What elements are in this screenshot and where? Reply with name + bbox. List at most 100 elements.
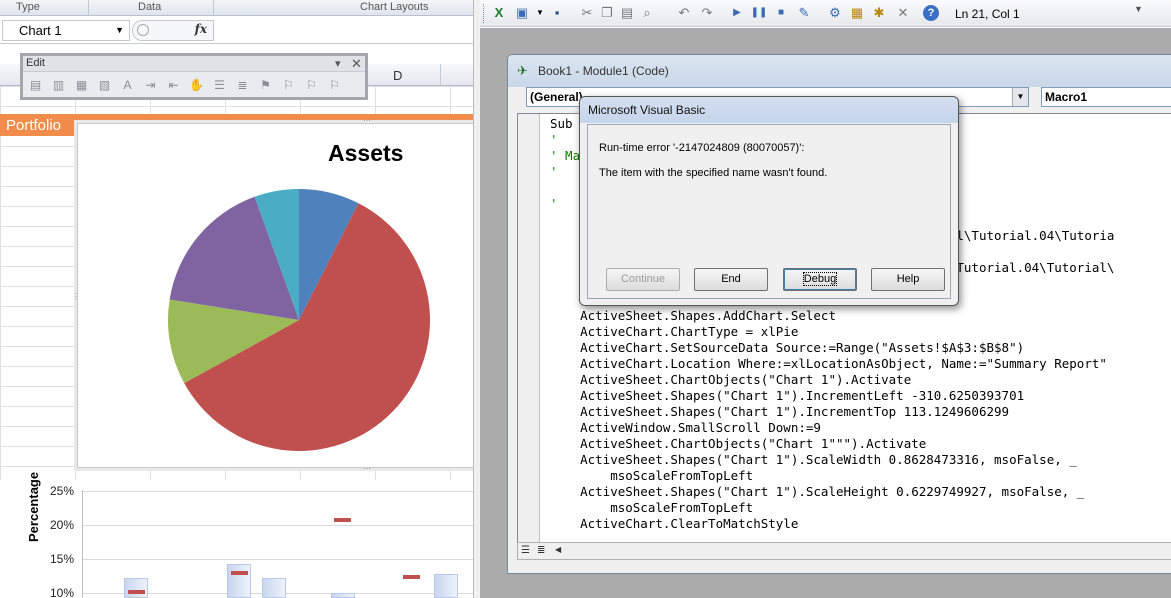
circle-icon xyxy=(137,24,149,36)
formula-bar: Chart 1 ▼ fx xyxy=(0,17,473,44)
design-mode-icon[interactable]: ✎ xyxy=(795,5,813,21)
code-line[interactable]: ActiveSheet.ChartObjects("Chart 1").Acti… xyxy=(550,372,1114,388)
scroll-left-icon[interactable]: ◀ xyxy=(555,545,561,554)
code-line[interactable]: ActiveWindow.SmallScroll Down:=9 xyxy=(550,420,1114,436)
code-line[interactable]: ActiveSheet.Shapes("Chart 1").ScaleWidth… xyxy=(550,452,1114,468)
help-icon[interactable]: ? xyxy=(923,5,939,21)
edit-toolbar: Edit ▾ ✕ ▤ ▥ ▦ ▧ A ⇥ ⇤ ✋ ☰ ≣ ⚑ ⚐ ⚐ ⚐ xyxy=(20,53,368,100)
ribbon-group-type: Type xyxy=(16,1,40,13)
percentage-bar-chart[interactable]: Percentage 25% 20% 15% 10% xyxy=(0,472,473,598)
run-icon[interactable]: ▶ xyxy=(728,5,746,21)
ribbon-group-chart-layouts: Chart Layouts xyxy=(360,1,429,13)
bar-marker xyxy=(231,571,248,575)
edit-toolbar-title: Edit xyxy=(23,56,365,72)
fx-icon[interactable]: fx xyxy=(195,22,207,36)
clear-bookmarks-icon[interactable]: ⚐ xyxy=(325,77,344,93)
break-icon[interactable]: ❚❚ xyxy=(750,5,768,21)
code-line[interactable]: ActiveChart.ChartType = xlPie xyxy=(550,324,1114,340)
dialog-body: Run-time error '-2147024809 (80070057)':… xyxy=(587,124,951,299)
bar xyxy=(434,574,458,598)
reset-icon[interactable]: ■ xyxy=(772,5,790,21)
code-statusbar: ☰ ≣ ◀ xyxy=(517,542,1171,560)
excel-window: Type Data Chart Layouts Chart 1 ▼ fx D P… xyxy=(0,0,474,598)
insert-function-area[interactable]: fx xyxy=(132,20,214,41)
vbe-standard-toolbar: X ▣ ▼ ▪ ✂ ❐ ▤ ⌕ ↶ ↷ ▶ ❚❚ ■ ✎ ⚙ ▦ ✱ ✕ ? L… xyxy=(480,0,1171,27)
code-line[interactable]: ActiveSheet.Shapes("Chart 1").IncrementL… xyxy=(550,388,1114,404)
parameter-info-icon[interactable]: ▧ xyxy=(95,77,114,93)
debug-button-label: Debug xyxy=(802,272,838,286)
chevron-down-icon[interactable]: ▼ xyxy=(1012,88,1028,106)
procedure-combo[interactable]: Macro1 xyxy=(1041,87,1171,107)
properties-window-icon[interactable]: ▦ xyxy=(848,5,866,21)
code-line[interactable]: ActiveChart.Location Where:=xlLocationAs… xyxy=(550,356,1114,372)
error-message-text: The item with the specified name wasn't … xyxy=(599,167,828,179)
code-line[interactable]: ActiveSheet.Shapes.AddChart.Select xyxy=(550,308,1114,324)
object-browser-icon[interactable]: ✱ xyxy=(870,5,888,21)
bookmark-icon[interactable]: ⚑ xyxy=(256,77,275,93)
full-module-view-icon[interactable]: ≣ xyxy=(537,545,545,556)
bar-marker xyxy=(403,575,420,579)
debug-button[interactable]: Debug xyxy=(783,268,857,291)
help-button[interactable]: Help xyxy=(871,268,945,291)
pie-chart[interactable]: Assets ⋮ ⋯ ⋯ xyxy=(72,116,473,473)
redo-icon[interactable]: ↷ xyxy=(698,5,716,21)
code-line[interactable]: ActiveChart.SetSourceData Source:=Range(… xyxy=(550,340,1114,356)
end-button[interactable]: End xyxy=(694,268,768,291)
ribbon-group-data: Data xyxy=(138,1,162,13)
code-line[interactable]: ActiveSheet.Shapes("Chart 1").ScaleHeigh… xyxy=(550,484,1114,500)
complete-word-icon[interactable]: A xyxy=(118,77,137,93)
toolbox-icon[interactable]: ✕ xyxy=(894,5,912,21)
quick-info-icon[interactable]: ▦ xyxy=(72,77,91,93)
code-line[interactable]: ActiveSheet.ChartObjects("Chart 1""").Ac… xyxy=(550,436,1114,452)
toolbar-options-icon[interactable]: ▾ xyxy=(335,57,341,70)
bar xyxy=(227,564,251,598)
bar-marker xyxy=(128,590,145,594)
margin-indicator-bar[interactable] xyxy=(518,114,540,543)
comment-block-icon[interactable]: ☰ xyxy=(210,77,229,93)
project-explorer-icon[interactable]: ⚙ xyxy=(826,5,844,21)
insert-module-icon[interactable]: ▣ xyxy=(513,5,531,21)
resize-handle-top[interactable]: ⋯ xyxy=(363,116,371,125)
indent-icon[interactable]: ⇥ xyxy=(141,77,160,93)
continue-button[interactable]: Continue xyxy=(606,268,680,291)
resize-handle-bottom[interactable]: ⋯ xyxy=(363,464,371,473)
code-line[interactable]: ActiveChart.ClearToMatchStyle xyxy=(550,516,1114,532)
column-header-d[interactable]: D xyxy=(393,68,402,83)
y-tick-15: 15% xyxy=(49,552,74,566)
code-window-titlebar[interactable]: ✈ Book1 - Module1 (Code) xyxy=(508,55,1171,87)
list-constants-icon[interactable]: ▥ xyxy=(49,77,68,93)
list-properties-icon[interactable]: ▤ xyxy=(26,77,45,93)
previous-bookmark-icon[interactable]: ⚐ xyxy=(302,77,321,93)
paste-icon[interactable]: ▤ xyxy=(618,5,636,21)
procedure-combo-value: Macro1 xyxy=(1045,90,1088,104)
code-line[interactable]: ActiveSheet.Shapes("Chart 1").IncrementT… xyxy=(550,404,1114,420)
find-icon[interactable]: ⌕ xyxy=(638,5,656,21)
procedure-view-icon[interactable]: ☰ xyxy=(521,545,530,556)
y-tick-10: 10% xyxy=(49,586,74,598)
close-icon[interactable]: ✕ xyxy=(351,56,362,72)
ribbon-group-labels: Type Data Chart Layouts xyxy=(0,0,473,16)
chevron-down-icon[interactable]: ▼ xyxy=(115,25,124,35)
bar-chart-ylabel: Percentage xyxy=(26,471,41,542)
uncomment-block-icon[interactable]: ≣ xyxy=(233,77,252,93)
undo-icon[interactable]: ↶ xyxy=(675,5,693,21)
y-tick-20: 20% xyxy=(49,518,74,532)
next-bookmark-icon[interactable]: ⚐ xyxy=(279,77,298,93)
excel-icon[interactable]: X xyxy=(490,5,508,21)
code-line[interactable]: msoScaleFromTopLeft xyxy=(550,468,1114,484)
breakpoint-icon[interactable]: ✋ xyxy=(187,77,206,93)
resize-handle-left[interactable]: ⋮ xyxy=(72,292,80,301)
copy-icon[interactable]: ❐ xyxy=(598,5,616,21)
module-icon: ✈ xyxy=(517,63,528,78)
pie-chart-plot xyxy=(168,189,430,451)
cursor-position: Ln 21, Col 1 xyxy=(955,7,1020,21)
toolbar-overflow-icon[interactable]: ▼ xyxy=(1134,4,1143,14)
chevron-down-icon[interactable]: ▼ xyxy=(531,5,549,21)
name-box[interactable]: Chart 1 ▼ xyxy=(2,20,130,41)
outdent-icon[interactable]: ⇤ xyxy=(164,77,183,93)
code-line[interactable]: msoScaleFromTopLeft xyxy=(550,500,1114,516)
y-tick-25: 25% xyxy=(49,484,74,498)
code-window-title: Book1 - Module1 (Code) xyxy=(538,64,669,78)
cut-icon[interactable]: ✂ xyxy=(578,5,596,21)
save-icon[interactable]: ▪ xyxy=(548,5,566,21)
